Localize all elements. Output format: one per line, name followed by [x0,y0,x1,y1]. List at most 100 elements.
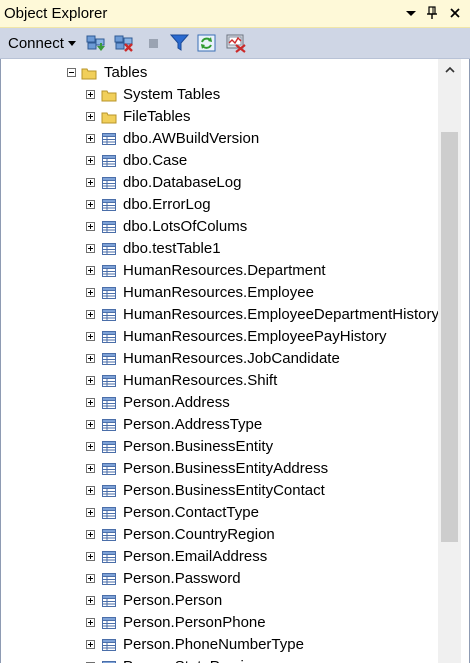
folder-icon [81,66,97,80]
expand-icon[interactable] [86,354,95,363]
table-icon [101,176,117,190]
tree-node-table[interactable]: dbo.LotsOfColums [1,216,436,238]
tree-node-table[interactable]: HumanResources.Shift [1,370,436,392]
tree-node-table[interactable]: Person.BusinessEntityContact [1,480,436,502]
tree-node-label: Person.BusinessEntityAddress [123,460,329,477]
scroll-up-button[interactable] [438,59,461,83]
tree-node-table[interactable]: Person.StateProvince [1,656,436,663]
tree-node-table[interactable]: Person.AddressType [1,414,436,436]
tree-node-label: Person.PhoneNumberType [123,636,304,653]
tree-node-table[interactable]: Person.BusinessEntity [1,436,436,458]
expand-icon[interactable] [86,530,95,539]
expand-icon[interactable] [86,618,95,627]
tree-node-label: Person.CountryRegion [123,526,275,543]
expand-icon[interactable] [86,574,95,583]
tree-node-table[interactable]: HumanResources.EmployeePayHistory [1,326,436,348]
table-icon [101,308,117,322]
tree-node-table[interactable]: Person.CountryRegion [1,524,436,546]
tree-node-label: dbo.LotsOfColums [123,218,248,235]
tree-node-label: Person.ContactType [123,504,259,521]
tree-node-table[interactable]: HumanResources.EmployeeDepartmentHistory [1,304,439,326]
tree-node-table[interactable]: HumanResources.JobCandidate [1,348,436,370]
tree-node-table[interactable]: dbo.testTable1 [1,238,436,260]
object-explorer-window: Object Explorer Connect Tables System Ta… [0,0,470,663]
expand-icon[interactable] [86,420,95,429]
tree-node-table[interactable]: Person.Person [1,590,436,612]
filter-icon[interactable] [169,33,191,53]
tree-node-label: Person.StateProvince [123,658,268,663]
object-tree: Tables System Tables FileTables dbo.AWBuil… [1,62,439,663]
tree-node-label: dbo.AWBuildVersion [123,130,260,147]
tree-node-table[interactable]: Person.ContactType [1,502,436,524]
tree-node-label: HumanResources.Employee [123,284,314,301]
tree-node-table[interactable]: Person.BusinessEntityAddress [1,458,436,480]
collapse-icon[interactable] [67,68,76,77]
tree-node-label: Person.PersonPhone [123,614,266,631]
expand-icon[interactable] [86,398,95,407]
tree-node-table[interactable]: dbo.AWBuildVersion [1,128,436,150]
table-icon [101,396,117,410]
expand-icon[interactable] [86,508,95,517]
expand-icon[interactable] [86,640,95,649]
expand-icon[interactable] [86,156,95,165]
tree-node-table[interactable]: Person.Password [1,568,436,590]
folder-icon [101,110,117,124]
connect-object-explorer-icon[interactable] [85,33,107,53]
tree-node-table[interactable]: HumanResources.Department [1,260,436,282]
connect-button[interactable]: Connect [4,33,80,53]
tree-node-table[interactable]: Person.Address [1,392,436,414]
expand-icon[interactable] [86,200,95,209]
tree-node-table[interactable]: HumanResources.Employee [1,282,436,304]
expand-icon[interactable] [86,332,95,341]
table-icon [101,242,117,256]
tree-node-table[interactable]: dbo.ErrorLog [1,194,436,216]
expand-icon[interactable] [86,310,95,319]
table-icon [101,198,117,212]
pin-icon[interactable] [424,4,440,22]
table-icon [101,286,117,300]
stop-icon[interactable] [143,33,165,53]
tree-node-table[interactable]: Person.PersonPhone [1,612,436,634]
expand-icon[interactable] [86,266,95,275]
expand-icon[interactable] [86,178,95,187]
refresh-icon[interactable] [196,33,218,53]
expand-icon[interactable] [86,376,95,385]
expand-icon[interactable] [86,442,95,451]
close-icon[interactable] [447,4,463,22]
tree-node-folder[interactable]: System Tables [1,84,436,106]
expand-icon[interactable] [86,486,95,495]
expand-icon[interactable] [86,464,95,473]
tree-node-table[interactable]: Person.PhoneNumberType [1,634,436,656]
tree-node-label: System Tables [123,86,221,103]
tree-node-table[interactable]: dbo.Case [1,150,436,172]
tree-node-label: dbo.testTable1 [123,240,221,257]
table-icon [101,572,117,586]
table-icon [101,132,117,146]
table-icon [101,418,117,432]
tree-node-label: dbo.ErrorLog [123,196,211,213]
tree-node-label: HumanResources.Shift [123,372,278,389]
expand-icon[interactable] [86,552,95,561]
expand-icon[interactable] [86,90,95,99]
expand-icon[interactable] [86,112,95,121]
tree-node-tables[interactable]: Tables [1,62,436,84]
tree-node-folder[interactable]: FileTables [1,106,436,128]
tree-node-table[interactable]: Person.EmailAddress [1,546,436,568]
expand-icon[interactable] [86,288,95,297]
tree-node-label: Person.Password [123,570,241,587]
scroll-thumb[interactable] [441,132,458,542]
tree-node-label: Person.AddressType [123,416,263,433]
expand-icon[interactable] [86,222,95,231]
vertical-scrollbar[interactable] [438,59,461,663]
tree-node-label: HumanResources.EmployeeDepartmentHistory [123,306,439,323]
table-icon [101,528,117,542]
expand-icon[interactable] [86,244,95,253]
disconnect-icon[interactable] [113,33,135,53]
tree-node-table[interactable]: dbo.DatabaseLog [1,172,436,194]
folder-icon [101,88,117,102]
expand-icon[interactable] [86,596,95,605]
table-icon [101,594,117,608]
expand-icon[interactable] [86,134,95,143]
dropdown-icon[interactable] [403,4,419,22]
activity-monitor-icon[interactable] [225,33,247,53]
